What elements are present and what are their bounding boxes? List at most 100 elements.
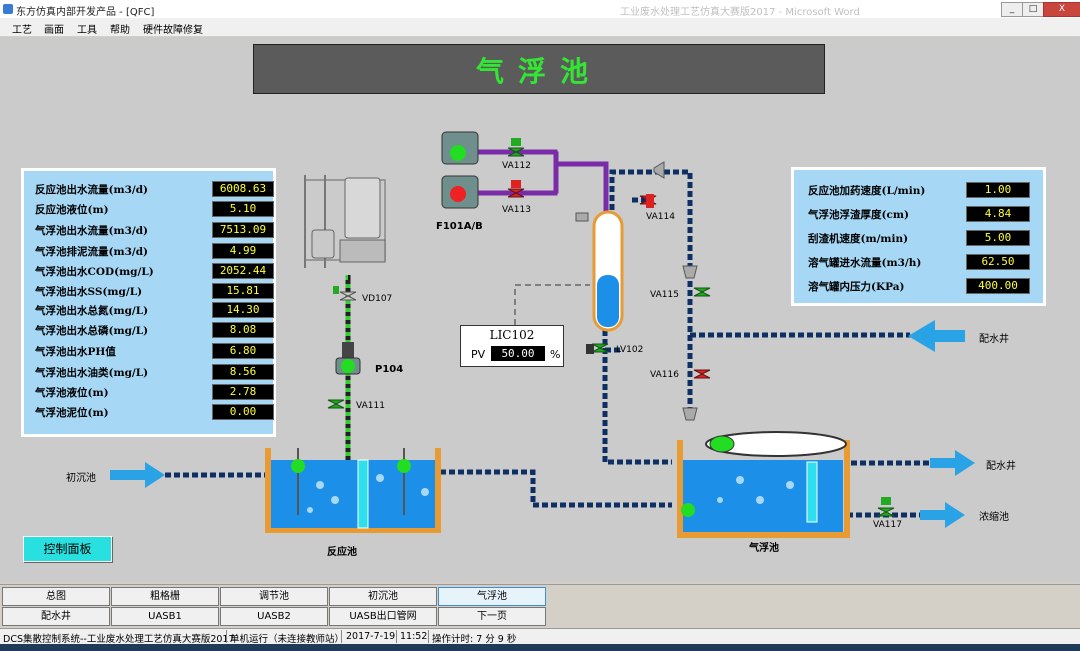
valve-va115: [693, 287, 711, 297]
lic102-controller[interactable]: LIC102 PV 50.00 %: [460, 325, 564, 367]
status-mode: 单机运行（未连接教师站）: [230, 634, 345, 645]
tag-va111[interactable]: VA111: [356, 401, 385, 411]
distribution-well-label: 配水井: [979, 334, 1009, 345]
tag-va112[interactable]: VA112: [502, 161, 531, 171]
data-value: 5.00: [966, 230, 1030, 246]
air-pipes: [475, 149, 609, 213]
data-value: 62.50: [966, 254, 1030, 270]
nav-uasb-outlet[interactable]: UASB出口管网: [329, 607, 437, 626]
status-bar: DCS集散控制系统--工业废水处理工艺仿真大赛版2017 单机运行（未连接教师站…: [0, 628, 1080, 645]
distribution-well-label: 配水井: [986, 461, 1016, 472]
status-separator: [341, 630, 342, 643]
status-date: 2017-7-19: [346, 631, 396, 642]
status-separator: [396, 630, 397, 643]
valve-va117: [877, 497, 895, 517]
status-elapsed: 操作计时: 7 分 9 秒: [432, 634, 517, 645]
nav-next-page[interactable]: 下一页: [438, 607, 546, 626]
data-label: 溶气罐进水流量(m3/h): [808, 257, 922, 269]
data-label: 气浮池出水SS(mg/L): [35, 286, 143, 298]
flotation-tank: [677, 431, 850, 538]
tag-va116[interactable]: VA116: [650, 370, 679, 380]
data-row: 气浮池出水SS(mg/L) 15.81: [35, 283, 274, 299]
data-label: 刮渣机速度(m/min): [808, 233, 909, 245]
left-data-panel: 反应池出水流量(m3/d) 6008.63 反应池液位(m) 5.10 气浮池出水流…: [21, 168, 276, 437]
pump-f101a: [441, 131, 479, 165]
data-row: 反应池出水流量(m3/d) 6008.63: [35, 181, 274, 197]
tag-p104[interactable]: P104: [375, 364, 403, 375]
reaction-tank: [265, 448, 441, 533]
reaction-tank-label: 反应池: [327, 547, 357, 558]
controller-tag: LIC102: [489, 328, 535, 342]
data-row: 气浮池出水总氮(mg/L) 14.30: [35, 302, 274, 318]
data-row: 气浮池排泥流量(m3/d) 4.99: [35, 243, 274, 259]
nav-flotation-tank[interactable]: 气浮池: [438, 587, 546, 606]
data-row: 气浮池出水COD(mg/L) 2052.44: [35, 263, 274, 279]
data-label: 气浮池泥位(m): [35, 407, 109, 419]
data-row: 气浮池浮渣厚度(cm) 4.84: [808, 206, 1038, 222]
data-label: 气浮池出水COD(mg/L): [35, 266, 154, 278]
dosing-equipment: [304, 175, 386, 268]
nav-distribution-well[interactable]: 配水井: [2, 607, 110, 626]
data-label: 气浮池出水总氮(mg/L): [35, 305, 149, 317]
status-separator: [226, 630, 227, 643]
screen-title-box: 气浮池: [253, 44, 825, 94]
data-row: 气浮池泥位(m) 0.00: [35, 404, 274, 420]
tag-va115[interactable]: VA115: [650, 290, 679, 300]
data-row: 溶气罐进水流量(m3/h) 62.50: [808, 254, 1038, 270]
nav-coarse-screen[interactable]: 粗格栅: [111, 587, 219, 606]
data-label: 气浮池出水流量(m3/d): [35, 225, 149, 237]
right-data-panel: 反应池加药速度(L/min) 1.00 气浮池浮渣厚度(cm) 4.84 刮渣机速度…: [791, 167, 1046, 306]
nav-uasb1[interactable]: UASB1: [111, 607, 219, 626]
pump-p104: [335, 342, 361, 375]
data-value: 15.81: [212, 283, 274, 299]
data-label: 气浮池出水总磷(mg/L): [35, 325, 149, 337]
tag-vd107[interactable]: VD107: [362, 294, 392, 304]
flotation-tank-label: 气浮池: [749, 543, 779, 554]
valve-vd107: [333, 286, 357, 301]
data-value: 0.00: [212, 404, 274, 420]
tag-f101[interactable]: F101A/B: [436, 221, 483, 232]
data-row: 溶气罐内压力(KPa) 400.00: [808, 278, 1038, 294]
thickener-label: 浓缩池: [979, 512, 1009, 523]
data-row: 刮渣机速度(m/min) 5.00: [808, 230, 1038, 246]
data-value: 1.00: [966, 182, 1030, 198]
data-value: 6.80: [212, 343, 274, 359]
pump-f101b: [441, 175, 479, 209]
data-value: 5.10: [212, 201, 274, 217]
status-time: 11:52: [400, 631, 428, 642]
status-system: DCS集散控制系统--工业废水处理工艺仿真大赛版2017: [3, 634, 235, 645]
data-label: 气浮池出水油类(mg/L): [35, 367, 149, 379]
nav-overview[interactable]: 总图: [2, 587, 110, 606]
data-label: 反应池液位(m): [35, 204, 109, 216]
tag-va113[interactable]: VA113: [502, 205, 531, 215]
data-value: 400.00: [966, 278, 1030, 294]
controller-leader: [514, 284, 590, 325]
control-panel-button[interactable]: 控制面板: [23, 536, 112, 562]
data-value: 14.30: [212, 302, 274, 318]
data-row: 气浮池出水总磷(mg/L) 8.08: [35, 322, 274, 338]
valve-va111: [327, 399, 345, 409]
nav-equalization-tank[interactable]: 调节池: [220, 587, 328, 606]
data-row: 气浮池出水流量(m3/d) 7513.09: [35, 222, 274, 238]
data-label: 溶气罐内压力(KPa): [808, 281, 905, 293]
tag-lv102[interactable]: LV102: [616, 345, 643, 355]
tag-va117[interactable]: VA117: [873, 520, 902, 530]
data-label: 反应池出水流量(m3/d): [35, 184, 149, 196]
nav-primary-clarifier[interactable]: 初沉池: [329, 587, 437, 606]
data-value: 2052.44: [212, 263, 274, 279]
inflow-label: 初沉池: [66, 473, 96, 484]
screen-title: 气浮池: [475, 55, 602, 88]
data-label: 气浮池浮渣厚度(cm): [808, 209, 909, 221]
data-value: 8.56: [212, 364, 274, 380]
data-value: 2.78: [212, 384, 274, 400]
data-row: 气浮池出水PH值 6.80: [35, 343, 274, 359]
data-label: 气浮池液位(m): [35, 387, 109, 399]
data-label: 气浮池出水PH值: [35, 346, 116, 358]
pv-unit: %: [550, 348, 561, 361]
tag-va114[interactable]: VA114: [646, 212, 675, 222]
data-label: 反应池加药速度(L/min): [808, 185, 926, 197]
taskbar: [0, 644, 1080, 651]
data-value: 8.08: [212, 322, 274, 338]
nav-uasb2[interactable]: UASB2: [220, 607, 328, 626]
data-value: 6008.63: [212, 181, 274, 197]
